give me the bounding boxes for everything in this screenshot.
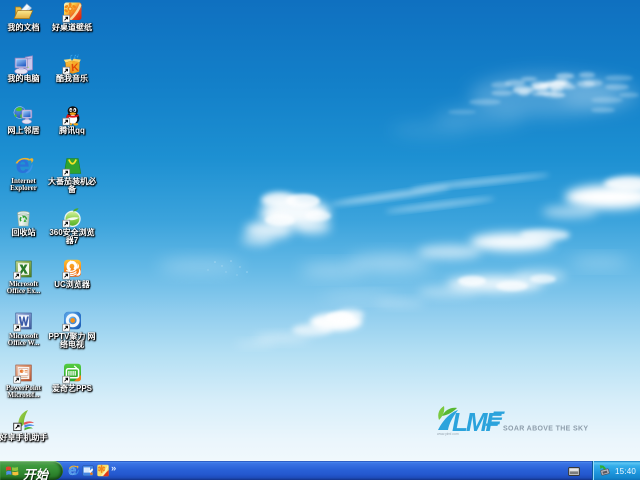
svg-text:K: K xyxy=(70,61,79,74)
svg-text:SOAR ABOVE THE SKY: SOAR ABOVE THE SKY xyxy=(503,426,588,433)
svg-text:www.ylmf.com: www.ylmf.com xyxy=(437,432,459,436)
